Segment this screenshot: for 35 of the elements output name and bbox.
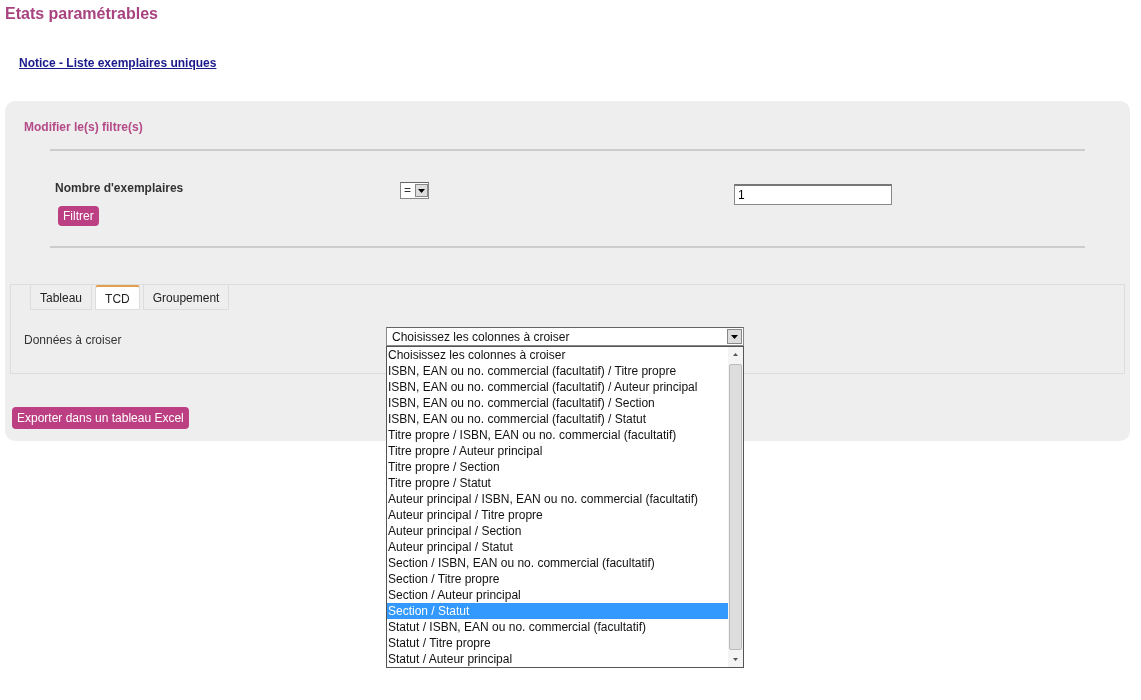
dropdown-option[interactable]: Section / ISBN, EAN ou no. commercial (facultatif) [387,555,728,571]
dropdown-option[interactable]: ISBN, EAN ou no. commercial (facultatif) / Auteur principal [387,379,728,395]
filter-label: Nombre d'exemplaires [55,181,185,195]
value-input[interactable]: 1 [734,183,892,205]
dropdown-option[interactable]: Auteur principal / Titre propre [387,507,728,523]
columns-select[interactable]: Choisissez les colonnes à croiser [386,327,744,346]
dropdown-option[interactable]: ISBN, EAN ou no. commercial (facultatif) / Titre propre [387,363,728,379]
dropdown-option[interactable]: Titre propre / Section [387,459,728,475]
dropdown-option[interactable]: Choisissez les colonnes à croiser [387,347,728,363]
tab[interactable]: Groupement [142,285,230,310]
dropdown-option[interactable]: Titre propre / Statut [387,475,728,491]
scrollbar[interactable] [728,347,743,667]
export-button[interactable]: Exporter dans un tableau Excel [12,407,189,429]
tab[interactable]: TCD [95,285,140,310]
dropdown-option[interactable]: Statut / ISBN, EAN ou no. commercial (facultatif) [387,619,728,635]
operator-select[interactable]: = [400,181,429,199]
caret-icon [727,329,742,344]
dropdown-option[interactable]: Titre propre / Auteur principal [387,443,728,459]
dropdown-option[interactable]: Statut / Titre propre [387,635,728,651]
dropdown-option[interactable]: Section / Titre propre [387,571,728,587]
panel-heading: Modifier le(s) filtre(s) [24,119,144,135]
filter-button[interactable]: Filtrer [58,206,99,226]
dropdown-option[interactable]: ISBN, EAN ou no. commercial (facultatif) / Section [387,395,728,411]
report-link[interactable]: Notice - Liste exemplaires uniques [19,56,217,70]
dropdown-option[interactable]: ISBN, EAN ou no. commercial (facultatif) / Statut [387,411,728,427]
dropdown-option[interactable]: Statut / Auteur principal [387,651,728,667]
crosstab-label: Données à croiser [24,333,123,347]
dropdown-option[interactable]: Auteur principal / ISBN, EAN ou no. commercial (facultatif) [387,491,728,507]
dropdown-option[interactable]: Titre propre / ISBN, EAN ou no. commercial (facultatif) [387,427,728,443]
tab[interactable]: Tableau [30,285,93,310]
caret-icon [415,183,428,197]
page-title: Etats paramétrables [4,4,159,23]
dropdown-option[interactable]: Auteur principal / Section [387,523,728,539]
dropdown-option[interactable]: Section / Auteur principal [387,587,728,603]
dropdown-option[interactable]: Auteur principal / Statut [387,539,728,555]
